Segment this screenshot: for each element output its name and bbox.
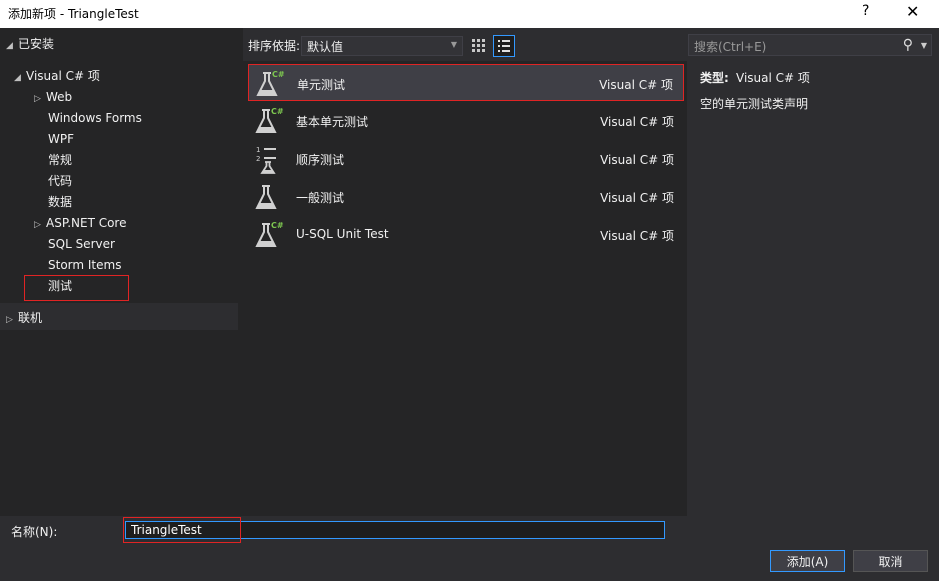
- template-item-basic-unit-test[interactable]: C# 基本单元测试 Visual C# 项: [248, 102, 684, 139]
- template-name: U-SQL Unit Test: [296, 227, 389, 241]
- sort-dropdown[interactable]: 默认值 ▼: [301, 36, 463, 56]
- svg-text:2: 2: [256, 155, 260, 163]
- svg-text:1: 1: [256, 146, 260, 154]
- grid-view-icon[interactable]: [469, 36, 487, 54]
- sort-label: 排序依据:: [248, 39, 301, 53]
- template-language: Visual C# 项: [599, 78, 673, 92]
- template-item-usql-unit-test[interactable]: C# U-SQL Unit Test Visual C# 项: [248, 216, 684, 253]
- tree-node-general[interactable]: 常规: [48, 150, 72, 170]
- template-name: 顺序测试: [296, 153, 345, 167]
- tree-node-aspnet-core[interactable]: ▷ ASP.NET Core: [34, 213, 126, 233]
- tree-node-data[interactable]: 数据: [48, 192, 72, 212]
- list-view-icon[interactable]: [493, 35, 515, 57]
- search-icon[interactable]: ⚲: [903, 37, 913, 53]
- basic-test-flask-icon: C#: [255, 107, 284, 133]
- tree-node-storm-items[interactable]: Storm Items: [48, 255, 121, 275]
- collapsed-arrow-icon: ▷: [34, 220, 41, 230]
- template-item-generic-test[interactable]: 一般测试 Visual C# 项: [248, 178, 684, 215]
- tree-node-code[interactable]: 代码: [48, 171, 72, 191]
- usql-test-flask-icon: C#: [255, 221, 284, 247]
- window-title: 添加新项 - TriangleTest: [8, 7, 139, 21]
- type-value: Visual C# 项: [736, 71, 810, 85]
- chevron-down-icon[interactable]: ▼: [921, 41, 927, 50]
- template-name: 单元测试: [297, 78, 346, 92]
- type-label: 类型:: [700, 71, 729, 85]
- cancel-button[interactable]: 取消: [853, 550, 928, 572]
- unit-test-flask-icon: C#: [256, 70, 285, 96]
- template-item-unit-test[interactable]: C# 单元测试 Visual C# 项: [248, 64, 684, 101]
- test-node-highlight: [24, 275, 129, 301]
- add-button[interactable]: 添加(A): [770, 550, 845, 572]
- name-input[interactable]: [125, 521, 665, 539]
- collapsed-arrow-icon: ▷: [34, 94, 41, 104]
- help-button[interactable]: ?: [862, 3, 869, 19]
- search-box[interactable]: 搜索(Ctrl+E) ⚲ ▼: [688, 34, 932, 56]
- generic-test-flask-icon: [255, 185, 277, 209]
- close-button[interactable]: ✕: [906, 2, 919, 21]
- template-name: 一般测试: [296, 191, 345, 205]
- tree-node-visual-cs[interactable]: ◢ Visual C# 项: [14, 66, 100, 86]
- template-language: Visual C# 项: [600, 229, 674, 243]
- collapsed-arrow-icon: ▷: [6, 315, 13, 325]
- ordered-test-icon: 1 2: [256, 146, 276, 174]
- template-language: Visual C# 项: [600, 153, 674, 167]
- tree-node-installed[interactable]: ◢ 已安装: [6, 34, 54, 54]
- svg-text:C#: C#: [272, 70, 285, 79]
- tree-node-sql-server[interactable]: SQL Server: [48, 234, 115, 254]
- expanded-arrow-icon: ◢: [6, 41, 13, 51]
- template-name: 基本单元测试: [296, 115, 369, 129]
- search-placeholder: 搜索(Ctrl+E): [694, 40, 767, 54]
- template-language: Visual C# 项: [600, 115, 674, 129]
- chevron-down-icon: ▼: [450, 40, 457, 49]
- template-description: 空的单元测试类声明: [700, 97, 809, 111]
- sort-toolbar: 排序依据: 默认值 ▼: [243, 28, 687, 61]
- template-item-ordered-test[interactable]: 1 2 顺序测试 Visual C# 项: [248, 140, 684, 177]
- tree-node-wpf[interactable]: WPF: [48, 129, 74, 149]
- expanded-arrow-icon: ◢: [14, 73, 21, 83]
- tree-node-online[interactable]: ▷ 联机: [6, 308, 42, 328]
- svg-text:C#: C#: [271, 221, 284, 230]
- svg-text:C#: C#: [271, 107, 284, 116]
- tree-node-windows-forms[interactable]: Windows Forms: [48, 108, 142, 128]
- template-language: Visual C# 项: [600, 191, 674, 205]
- tree-node-web[interactable]: ▷ Web: [34, 87, 72, 107]
- title-bar: 添加新项 - TriangleTest ? ✕: [0, 0, 939, 28]
- name-label: 名称(N):: [11, 525, 58, 539]
